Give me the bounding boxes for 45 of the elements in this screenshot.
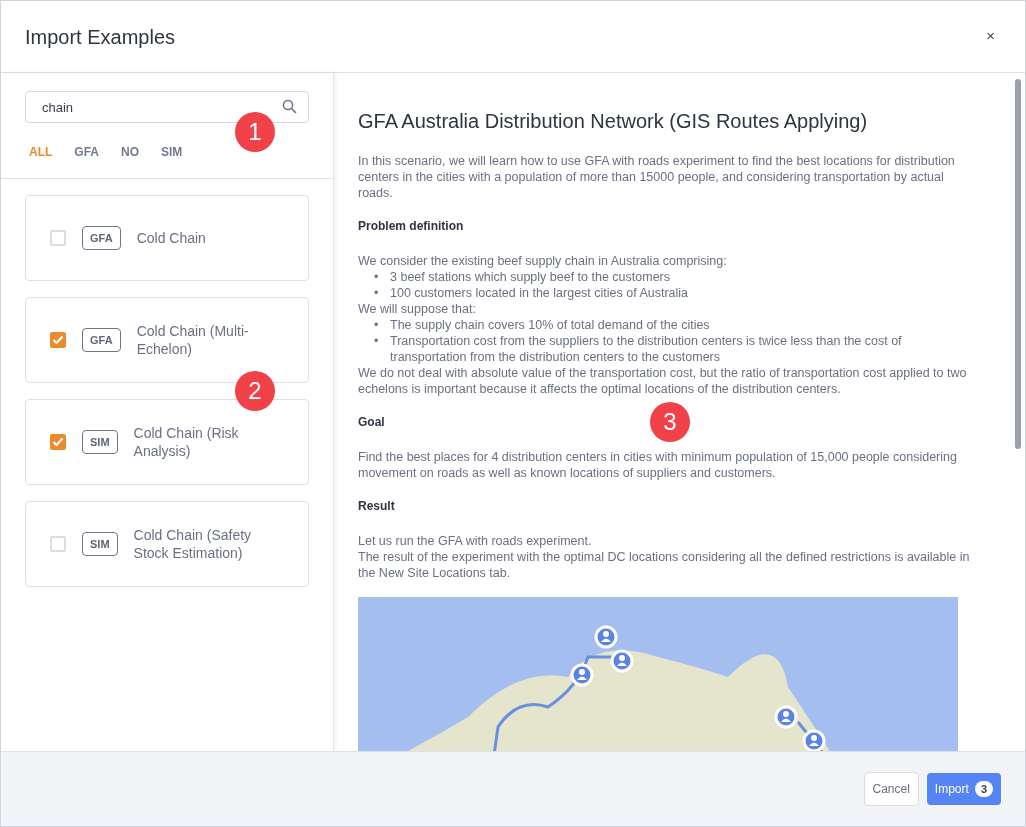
description-text: We do not deal with absolute value of the transportation cost, but the ratio of transportation cost applied to two echelons is important because it affects the optimal locations of the distribution centers. — [358, 365, 968, 397]
type-tag: GFA — [82, 225, 121, 251]
example-title: GFA Australia Distribution Network (GIS Routes Applying) — [358, 109, 869, 133]
example-card[interactable]: SIM Cold Chain (Safety Stock Estimation) — [25, 501, 309, 587]
dialog-title: Import Examples — [25, 24, 176, 49]
bullet-mark: • — [374, 317, 380, 333]
type-tag: SIM — [82, 429, 118, 455]
description-text: The result of the experiment with the optimal DC locations considering all the defined restrictions is available in the New Site Locations tab. — [358, 549, 971, 581]
checkbox[interactable] — [50, 434, 66, 450]
description-text: Find the best places for 4 distribution centers in cities with minimum population of 15,000 people considering movement on roads as well as known locations of suppliers and customers. — [358, 449, 958, 481]
bullet-mark: • — [374, 269, 380, 285]
section-heading: Problem definition — [358, 218, 464, 235]
filter-tab[interactable]: NO — [121, 143, 139, 161]
close-button[interactable]: × — [980, 23, 1001, 50]
description-text: We consider the existing beef supply chain in Australia comprising: — [358, 253, 728, 269]
selected-count: 3 — [974, 780, 993, 798]
import-button[interactable]: Import 3 — [926, 773, 1001, 805]
example-card[interactable]: GFA Cold Chain — [25, 195, 309, 281]
search-field[interactable]: chain — [25, 91, 309, 123]
section-heading: Result — [358, 498, 395, 515]
scrollbar-thumb[interactable] — [1015, 79, 1021, 449]
bullet-mark: • — [374, 285, 380, 301]
example-name: Cold Chain (Safety Stock Estimation) — [133, 526, 253, 562]
bullet-item: Transportation cost from the suppliers to the distribution centers is twice less than the cost of transportation from the distribution centers to the customers — [390, 333, 903, 365]
search-icon — [282, 99, 297, 114]
type-tag: GFA — [82, 327, 121, 353]
checkbox[interactable] — [50, 332, 66, 348]
callout-marker: 2 — [235, 371, 275, 411]
example-name: Cold Chain (Risk Analysis) — [133, 424, 240, 460]
bullet-item: The supply chain covers 10% of total demand of the cities — [390, 317, 710, 333]
bullet-item: 3 beef stations which supply beef to the customers — [390, 269, 671, 285]
example-name: Cold Chain — [136, 229, 206, 247]
type-tag: SIM — [82, 531, 118, 557]
bullet-item: 100 customers located in the largest cities of Australia — [390, 285, 689, 301]
filter-tab[interactable]: SIM — [161, 143, 183, 161]
callout-marker: 1 — [235, 112, 275, 152]
description-text: We will suppose that: — [358, 301, 477, 317]
cancel-button[interactable]: Cancel — [863, 772, 919, 806]
callout-marker: 3 — [650, 402, 690, 442]
section-heading: Goal — [358, 414, 385, 431]
example-name: Cold Chain (Multi-Echelon) — [136, 322, 250, 358]
filter-tab[interactable]: GFA — [74, 143, 99, 161]
bullet-mark: • — [374, 333, 380, 350]
description-text: In this scenario, we will learn how to use GFA with roads experiment to find the best locations for distribution centers in the cities with a population of more than 15000 people, and considering transportation by actual roads. — [358, 153, 956, 201]
description-text: Let us run the GFA with roads experiment. — [358, 533, 593, 549]
